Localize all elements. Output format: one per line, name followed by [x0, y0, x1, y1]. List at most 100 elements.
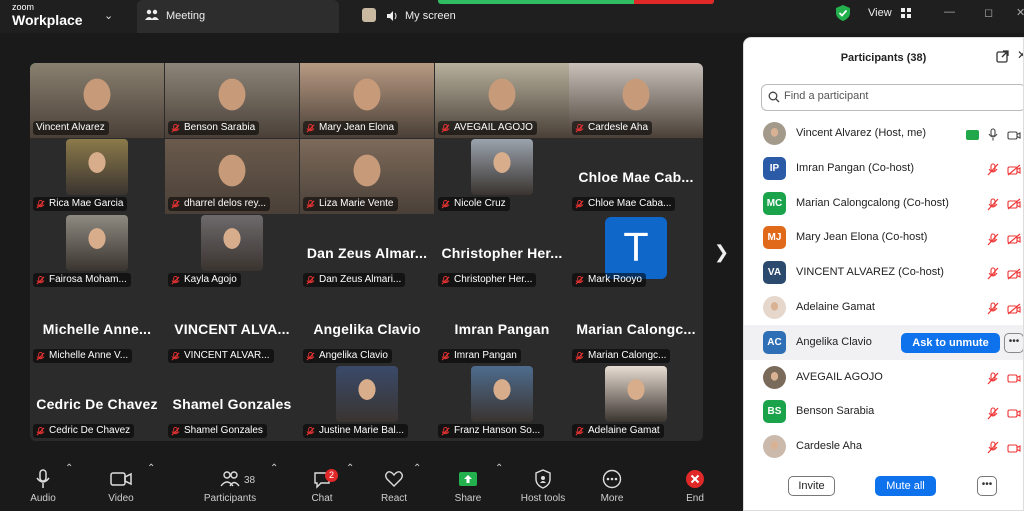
video-tile[interactable]: Imran Pangan Imran Pangan: [435, 291, 569, 366]
share-button[interactable]: Share: [452, 463, 484, 504]
participant-name: Mary Jean Elona (Co-host): [796, 231, 928, 244]
close-window-icon[interactable]: ✕: [1016, 6, 1024, 19]
video-tile[interactable]: Michelle Anne... Michelle Anne V...: [30, 291, 164, 366]
video-tile[interactable]: Shamel Gonzales Shamel Gonzales: [165, 366, 299, 441]
participant-name-label: Chloe Mae Caba...: [572, 197, 676, 211]
view-button[interactable]: View: [868, 7, 911, 19]
next-page-arrow-icon[interactable]: ❯: [714, 242, 729, 263]
video-tile[interactable]: Nicole Cruz: [435, 139, 569, 214]
participant-display-name: Angelika Clavio: [313, 321, 421, 337]
participant-name-label: dharrel delos rey...: [168, 197, 271, 211]
participant-name: VINCENT ALVAREZ (Co-host): [796, 266, 944, 279]
video-tile[interactable]: Cardesle Aha: [569, 63, 703, 138]
video-tile[interactable]: Cedric De Chavez Cedric De Chavez: [30, 366, 164, 441]
participant-row[interactable]: AVEGAIL AGOJO: [744, 360, 1023, 395]
stop-share-strip[interactable]: [634, 0, 714, 4]
participant-avatar: MC: [763, 191, 786, 215]
video-icon: [999, 126, 1021, 143]
host-tools-button[interactable]: Host tools: [516, 463, 570, 504]
video-tile[interactable]: Mary Jean Elona: [300, 63, 434, 138]
participants-options-chevron-icon[interactable]: ⌃: [270, 463, 278, 474]
video-icon: [999, 439, 1021, 456]
video-tile[interactable]: Justine Marie Bal...: [300, 366, 434, 441]
title-bar: zoom Workplace ⌄ Meeting My screen View …: [0, 0, 1024, 33]
participant-name-label: Angelika Clavio: [303, 349, 392, 363]
participant-name-text: Adelaine Gamat: [588, 425, 660, 436]
microphone-icon: [979, 126, 999, 143]
participant-more-button[interactable]: •••: [1004, 332, 1023, 353]
participant-name: AVEGAIL AGOJO: [796, 370, 883, 383]
more-button[interactable]: More: [596, 463, 628, 504]
participant-display-name: Christopher Her...: [441, 245, 563, 261]
video-tile[interactable]: Dan Zeus Almar... Dan Zeus Almari...: [300, 215, 434, 290]
video-tile[interactable]: Liza Marie Vente: [300, 139, 434, 214]
video-tile[interactable]: VINCENT ALVA... VINCENT ALVAR...: [165, 291, 299, 366]
video-tile[interactable]: Franz Hanson So...: [435, 366, 569, 441]
participant-row[interactable]: IP Imran Pangan (Co-host): [744, 151, 1023, 186]
participant-name: Benson Sarabia: [796, 405, 875, 418]
participant-row[interactable]: BS Benson Sarabia: [744, 394, 1023, 429]
participant-name-text: Liza Marie Vente: [319, 198, 394, 209]
react-options-chevron-icon[interactable]: ⌃: [413, 463, 421, 474]
video-tile[interactable]: T Mark Rooyo: [569, 215, 703, 290]
meeting-toolbar: Audio ⌃ Video ⌃ Participants 38 ⌃ Chat 2…: [0, 463, 740, 511]
ask-to-unmute-button[interactable]: Ask to unmute: [901, 332, 1000, 353]
minimize-icon[interactable]: —: [944, 6, 955, 18]
participant-status-icons: [979, 370, 1021, 387]
mute-all-button[interactable]: Mute all: [875, 476, 936, 496]
participant-name-text: Rica Mae Garcia: [49, 198, 124, 209]
video-tile[interactable]: Marian Calongc... Marian Calongc...: [569, 291, 703, 366]
video-tile[interactable]: Fairosa Moham...: [30, 215, 164, 290]
video-tile[interactable]: Angelika Clavio Angelika Clavio: [300, 291, 434, 366]
chat-options-chevron-icon[interactable]: ⌃: [346, 463, 354, 474]
chat-unread-badge: 2: [325, 469, 338, 482]
participant-display-name: Chloe Mae Cab...: [578, 169, 694, 185]
find-participant-input[interactable]: [784, 90, 1014, 102]
participant-row[interactable]: Cardesle Aha: [744, 429, 1023, 464]
participant-avatar: MJ: [763, 226, 786, 250]
muted-mic-icon: [306, 199, 319, 209]
participant-row[interactable]: MC Marian Calongcalong (Co-host): [744, 186, 1023, 221]
maximize-icon[interactable]: ◻: [984, 6, 993, 19]
muted-mic-icon: [441, 351, 454, 361]
share-options-chevron-icon[interactable]: ⌃: [495, 463, 503, 474]
close-panel-icon[interactable]: ✕: [1017, 48, 1023, 62]
logo-small-text: zoom: [12, 2, 35, 12]
participant-row[interactable]: AC Angelika Clavio Ask to unmute •••: [744, 324, 1023, 360]
participant-row[interactable]: MJ Mary Jean Elona (Co-host): [744, 220, 1023, 255]
video-tile[interactable]: Kayla Agojo: [165, 215, 299, 290]
video-tile[interactable]: AVEGAIL AGOJO: [435, 63, 569, 138]
react-button[interactable]: React: [378, 463, 410, 504]
participant-display-name: Marian Calongc...: [576, 321, 696, 337]
participant-name-label: Imran Pangan: [438, 349, 521, 363]
share-screen-icon: [459, 472, 477, 486]
screen-share-status-strip[interactable]: [438, 0, 714, 4]
video-tile[interactable]: dharrel delos rey...: [165, 139, 299, 214]
end-button[interactable]: End: [680, 463, 710, 504]
pop-out-icon[interactable]: [996, 50, 1009, 63]
tab-meeting[interactable]: Meeting: [137, 0, 339, 33]
participant-name-label: Michelle Anne V...: [33, 349, 133, 363]
video-tile[interactable]: Christopher Her... Christopher Her...: [435, 215, 569, 290]
video-icon: [999, 370, 1021, 387]
video-tile[interactable]: Rica Mae Garcia: [30, 139, 164, 214]
audio-button[interactable]: Audio: [26, 463, 60, 504]
video-options-chevron-icon[interactable]: ⌃: [147, 463, 155, 474]
video-tile[interactable]: Chloe Mae Cab... Chloe Mae Caba...: [569, 139, 703, 214]
audio-options-chevron-icon[interactable]: ⌃: [65, 463, 73, 474]
participant-row[interactable]: Vincent Alvarez (Host, me): [744, 116, 1023, 151]
participant-name: Adelaine Gamat: [796, 301, 875, 313]
find-participant-field[interactable]: [761, 84, 1023, 111]
participant-row[interactable]: VA VINCENT ALVAREZ (Co-host): [744, 255, 1023, 290]
participant-row[interactable]: Adelaine Gamat: [744, 290, 1023, 325]
video-tile[interactable]: Adelaine Gamat: [569, 366, 703, 441]
chevron-down-icon[interactable]: ⌄: [104, 9, 113, 22]
panel-more-button[interactable]: •••: [977, 476, 997, 496]
participant-status-icons: [979, 439, 1021, 456]
invite-button[interactable]: Invite: [788, 476, 835, 496]
video-tile[interactable]: Benson Sarabia: [165, 63, 299, 138]
shield-check-icon[interactable]: [836, 5, 850, 21]
participant-name-label: AVEGAIL AGOJO: [438, 121, 537, 135]
video-tile[interactable]: Vincent Alvarez: [30, 63, 164, 138]
video-button[interactable]: Video: [104, 463, 138, 504]
